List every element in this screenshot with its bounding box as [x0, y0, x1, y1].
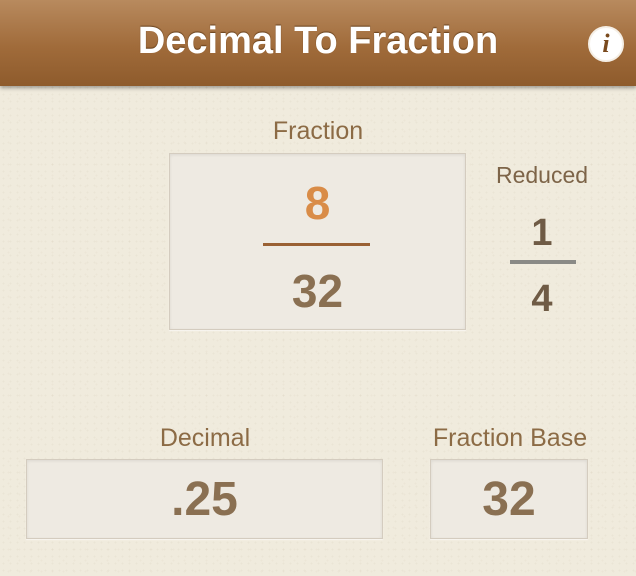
- info-icon[interactable]: i: [588, 26, 624, 62]
- decimal-label: Decimal: [159, 424, 251, 452]
- title-bar: Decimal To Fraction i: [0, 0, 636, 86]
- denominator-value[interactable]: 32: [170, 264, 465, 318]
- page-title: Decimal To Fraction: [137, 20, 499, 62]
- fraction-bar: [263, 243, 370, 246]
- reduced-denominator: 4: [531, 278, 553, 320]
- fraction-base-field[interactable]: 32: [430, 459, 588, 539]
- fraction-base-value[interactable]: 32: [431, 472, 587, 527]
- reduced-fraction-bar: [510, 260, 576, 264]
- fraction-display[interactable]: 8 32: [169, 153, 466, 330]
- fraction-label: Fraction: [272, 117, 364, 145]
- decimal-value[interactable]: .25: [27, 472, 382, 527]
- reduced-label: Reduced: [495, 162, 589, 188]
- reduced-numerator: 1: [531, 212, 553, 254]
- decimal-field[interactable]: .25: [26, 459, 383, 539]
- numerator-value[interactable]: 8: [170, 176, 465, 230]
- fraction-base-label: Fraction Base: [432, 424, 588, 452]
